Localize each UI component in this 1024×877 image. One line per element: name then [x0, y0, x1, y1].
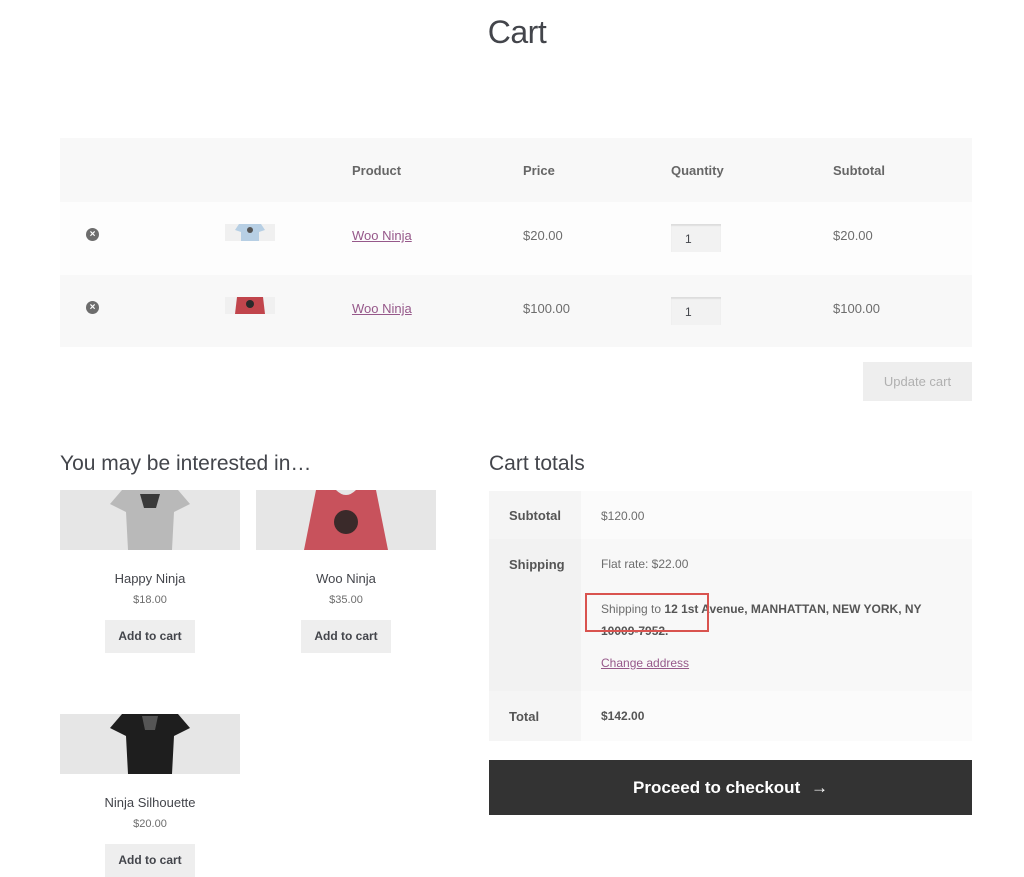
shipping-row: Shipping Flat rate: $22.00 Shipping to 1… — [489, 539, 972, 691]
shipping-method: Flat rate: $22.00 — [601, 557, 689, 571]
product-price: $35.00 — [329, 594, 363, 606]
add-to-cart-button[interactable]: Add to cart — [105, 620, 195, 653]
cart-table: Product Price Quantity Subtotal × Woo Ni… — [60, 138, 972, 347]
product-image[interactable] — [60, 490, 240, 550]
page-title: Cart — [487, 14, 547, 50]
checkout-label: Proceed to checkout — [633, 778, 801, 797]
cart-totals-heading: Cart totals — [489, 452, 585, 475]
add-to-cart-button[interactable]: Add to cart — [105, 844, 195, 877]
proceed-to-checkout-button[interactable]: Proceed to checkout → — [489, 760, 972, 815]
product-card: Woo Ninja $35.00 Add to cart — [256, 490, 436, 653]
update-cart-button[interactable]: Update cart — [863, 362, 972, 401]
tshirt-icon — [110, 490, 190, 550]
shipping-label: Shipping — [509, 557, 565, 572]
item-subtotal: $20.00 — [833, 228, 873, 243]
product-thumbnail[interactable] — [225, 224, 275, 241]
total-value: $142.00 — [601, 709, 645, 723]
hoodie-icon — [304, 490, 388, 550]
product-image[interactable] — [256, 490, 436, 550]
hoodie-icon — [235, 297, 265, 314]
cart-totals-table: Subtotal $120.00 Shipping Flat rate: $22… — [489, 491, 972, 741]
highlight-box — [585, 593, 709, 632]
tshirt-icon — [110, 714, 190, 774]
cart-row: × Woo Ninja $20.00 $20.00 — [60, 202, 972, 275]
subtotal-value: $120.00 — [601, 509, 645, 523]
product-name[interactable]: Ninja Silhouette — [60, 795, 240, 810]
product-thumbnail[interactable] — [225, 297, 275, 314]
product-price: $18.00 — [133, 594, 167, 606]
product-link[interactable]: Woo Ninja — [352, 301, 412, 316]
total-row: Total $142.00 — [489, 691, 972, 741]
product-card: Ninja Silhouette $20.00 Add to cart — [60, 714, 240, 877]
cart-table-header: Product Price Quantity Subtotal — [60, 138, 972, 202]
subtotal-label: Subtotal — [509, 508, 561, 523]
header-subtotal: Subtotal — [833, 163, 885, 178]
remove-item-icon[interactable]: × — [86, 301, 99, 314]
product-card: Happy Ninja $18.00 Add to cart — [60, 490, 240, 653]
quantity-input[interactable] — [671, 297, 721, 325]
product-name[interactable]: Woo Ninja — [256, 571, 436, 586]
item-price: $100.00 — [523, 301, 570, 316]
remove-item-icon[interactable]: × — [86, 228, 99, 241]
subtotal-row: Subtotal $120.00 — [489, 491, 972, 539]
quantity-input[interactable] — [671, 224, 721, 252]
cart-row: × Woo Ninja $100.00 $100.00 — [60, 275, 972, 347]
related-heading: You may be interested in… — [60, 452, 312, 475]
header-product: Product — [352, 163, 402, 178]
shirt-icon — [235, 224, 265, 241]
product-name[interactable]: Happy Ninja — [60, 571, 240, 586]
header-quantity: Quantity — [671, 163, 724, 178]
product-image[interactable] — [60, 714, 240, 774]
total-label: Total — [509, 709, 540, 724]
change-address-link[interactable]: Change address — [601, 656, 689, 670]
product-link[interactable]: Woo Ninja — [352, 228, 412, 243]
header-price: Price — [523, 163, 555, 178]
item-price: $20.00 — [523, 228, 563, 243]
add-to-cart-button[interactable]: Add to cart — [301, 620, 391, 653]
arrow-right-icon: → — [810, 778, 828, 797]
product-price: $20.00 — [133, 818, 167, 830]
item-subtotal: $100.00 — [833, 301, 880, 316]
